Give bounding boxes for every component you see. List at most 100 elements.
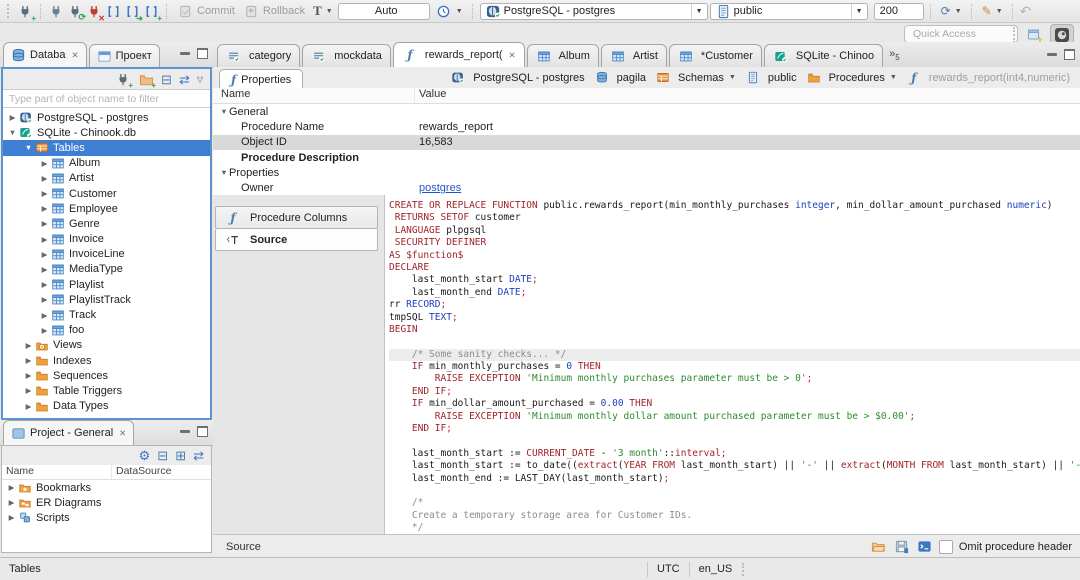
maximize-icon[interactable]	[1064, 49, 1075, 60]
expand-arrow-icon[interactable]: ▶	[23, 341, 34, 350]
tx-history-button[interactable]: ▼	[432, 2, 466, 20]
commit-button[interactable]: Commit	[174, 2, 238, 20]
rollback-button[interactable]: Rollback	[240, 2, 308, 20]
editor-tab-album[interactable]: Album	[526, 44, 599, 67]
expand-arrow-icon[interactable]: ▶	[39, 265, 50, 274]
new-sql-script-icon[interactable]: +	[143, 3, 162, 23]
schema-combo[interactable]: public ▼	[709, 2, 868, 20]
tree-item-table-triggers[interactable]: ▶ Table Triggers	[3, 383, 210, 398]
chevron-down-icon[interactable]: ▼	[729, 74, 736, 81]
quick-access-input[interactable]: Quick Access	[904, 25, 1018, 43]
expand-arrow-icon[interactable]: ▶	[23, 386, 34, 395]
expand-arrow-icon[interactable]: ▶	[39, 326, 50, 335]
tree-item-indexes[interactable]: ▶ Indexes	[3, 353, 210, 368]
expand-arrow-icon[interactable]: ▶	[39, 311, 50, 320]
navigator-filter-input[interactable]: Type part of object name to filter	[3, 89, 210, 108]
close-icon[interactable]: ✕	[509, 50, 516, 61]
expand-arrow-icon[interactable]: ▶	[39, 159, 50, 168]
collapse-arrow-icon[interactable]: ▼	[7, 128, 18, 137]
project-item-scripts[interactable]: ▶ Scripts	[2, 510, 211, 525]
view-menu-icon[interactable]: ▽	[197, 75, 203, 84]
tab-overflow-indicator[interactable]: »5	[889, 48, 900, 62]
expand-arrow-icon[interactable]: ▶	[6, 513, 17, 522]
tree-item-foo[interactable]: ▶ foo	[3, 323, 210, 338]
tree-item-sequences[interactable]: ▶ Sequences	[3, 368, 210, 383]
property-row-properties[interactable]: ▼ Properties	[213, 165, 1080, 180]
tree-item-artist[interactable]: ▶ Artist	[3, 171, 210, 186]
connection-combo[interactable]: PostgreSQL - postgres ▼	[479, 2, 708, 20]
source-code-editor[interactable]: CREATE OR REPLACE FUNCTION public.reward…	[385, 195, 1080, 535]
minimize-icon[interactable]	[1047, 53, 1057, 56]
expand-arrow-icon[interactable]: ▶	[39, 235, 50, 244]
save-icon[interactable]	[893, 538, 910, 555]
fetch-size-input[interactable]: 200	[873, 2, 924, 20]
collapse-all-icon[interactable]: ⊟	[161, 73, 172, 86]
collapse-arrow-icon[interactable]: ▼	[23, 143, 34, 152]
breadcrumb-item-schemas[interactable]: Schemas ▼	[655, 71, 736, 84]
generate-button[interactable]: ✎ ▼	[979, 2, 1006, 20]
tab-project-general[interactable]: Project - General ✕	[3, 420, 135, 445]
open-sql-editor-icon[interactable]: ➜	[124, 3, 143, 23]
new-connection-icon[interactable]: +	[17, 3, 36, 23]
expand-arrow-icon[interactable]: ▶	[23, 356, 34, 365]
expand-all-icon[interactable]: ⊞	[175, 449, 186, 462]
breadcrumb-item-rewards-report-int4-numeric[interactable]: ƒ rewards_report(int4,numeric)	[906, 71, 1070, 84]
breadcrumb-item-pagila[interactable]: pagila	[594, 71, 646, 84]
editor-tab-artist[interactable]: Artist	[600, 44, 667, 67]
tree-item-album[interactable]: ▶ Album	[3, 156, 210, 171]
tree-item-playlist[interactable]: ▶ Playlist	[3, 277, 210, 292]
minimize-icon[interactable]	[180, 430, 190, 433]
property-row-procedure-name[interactable]: Procedure Name rewards_report	[213, 119, 1080, 134]
tree-item-customer[interactable]: ▶ Customer	[3, 186, 210, 201]
expand-arrow-icon[interactable]: ▶	[39, 189, 50, 198]
tree-item-tables[interactable]: ▼ Tables	[3, 140, 210, 156]
expand-arrow-icon[interactable]: ▶	[23, 402, 34, 411]
expand-arrow-icon[interactable]: ▶	[39, 280, 50, 289]
status-locale[interactable]: en_US	[699, 563, 733, 575]
project-item-er-diagrams[interactable]: ▶ ER Diagrams	[2, 495, 211, 510]
expand-arrow-icon[interactable]: ▶	[7, 113, 18, 122]
transaction-log-button[interactable]: T ▼	[310, 2, 336, 20]
omit-procedure-header-checkbox[interactable]	[938, 539, 953, 554]
tab-database-navigator[interactable]: Databa ✕	[3, 42, 87, 67]
tree-item-track[interactable]: ▶ Track	[3, 307, 210, 322]
side-tab-source[interactable]: Source	[215, 229, 378, 251]
new-folder-icon[interactable]: +	[138, 71, 156, 90]
collapse-all-icon[interactable]: ⊟	[157, 449, 168, 462]
open-file-icon[interactable]	[870, 538, 887, 555]
tab-projects[interactable]: Проект	[88, 44, 160, 67]
tree-item-invoiceline[interactable]: ▶ InvoiceLine	[3, 247, 210, 262]
tx-mode-combo[interactable]: Auto	[337, 2, 430, 20]
expand-arrow-icon[interactable]: ▶	[39, 295, 50, 304]
breadcrumb-item-procedures[interactable]: Procedures ▼	[806, 71, 897, 84]
tree-item-views[interactable]: ▶ Views	[3, 338, 210, 353]
project-item-bookmarks[interactable]: ▶ Bookmarks	[2, 480, 211, 495]
tree-item-mediatype[interactable]: ▶ MediaType	[3, 262, 210, 277]
collapse-arrow-icon[interactable]: ▼	[219, 107, 229, 116]
expand-arrow-icon[interactable]: ▶	[23, 371, 34, 380]
reconnect-icon[interactable]: ⟳	[67, 3, 86, 22]
expand-arrow-icon[interactable]: ▶	[39, 250, 50, 259]
owner-link[interactable]: postgres	[419, 182, 461, 194]
tree-item-sqlite-chinook-db[interactable]: ▼ SQLite - Chinook.db	[3, 125, 210, 140]
property-row-procedure-description[interactable]: Procedure Description	[213, 150, 1080, 165]
connect-icon[interactable]	[48, 3, 65, 20]
link-with-editor-icon[interactable]: ⇄	[193, 449, 204, 462]
editor-page-tab-source[interactable]: Source	[226, 541, 261, 553]
expand-arrow-icon[interactable]: ▶	[6, 483, 17, 492]
editor-tab-customer[interactable]: *Customer	[668, 44, 762, 67]
disconnect-icon[interactable]: ✕	[86, 3, 105, 23]
side-tab-procedure-columns[interactable]: ƒ Procedure Columns	[215, 206, 378, 229]
refresh-button[interactable]: ⟳ ▼	[938, 2, 965, 20]
editor-tab-mockdata[interactable]: mockdata	[302, 44, 391, 67]
new-connection-icon[interactable]: +	[115, 71, 133, 90]
editor-tab-sqlite-chinoo[interactable]: SQLite - Chinoo	[763, 44, 884, 67]
editor-tab-category[interactable]: category	[217, 44, 301, 67]
gear-icon[interactable]: ⚙	[139, 449, 151, 462]
tree-item-invoice[interactable]: ▶ Invoice	[3, 232, 210, 247]
tree-item-genre[interactable]: ▶ Genre	[3, 216, 210, 231]
property-row-general[interactable]: ▼ General	[213, 104, 1080, 119]
chevron-down-icon[interactable]: ▼	[890, 74, 897, 81]
property-row-owner[interactable]: Owner postgres	[213, 180, 1080, 195]
tree-item-data-types[interactable]: ▶ Data Types	[3, 399, 210, 414]
